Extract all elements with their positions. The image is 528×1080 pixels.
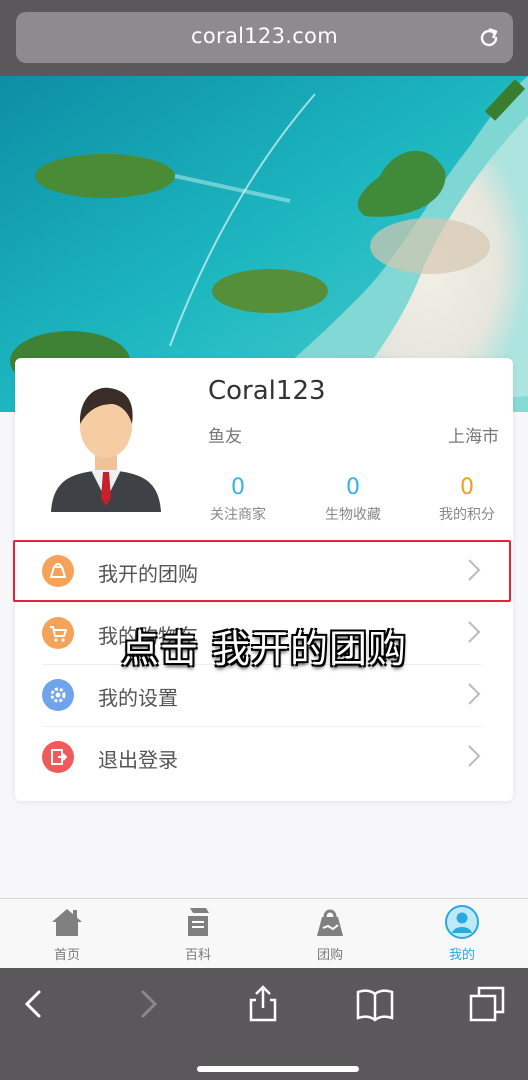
profile-card: Coral123 鱼友 上海市 0 关注商家 0 生物收藏 0 我的积分 我开的… (13, 358, 513, 801)
home-indicator (197, 1066, 359, 1072)
encyclopedia-icon (188, 908, 209, 936)
back-icon[interactable] (14, 984, 54, 1024)
menu-label: 我的设置 (98, 686, 178, 710)
stat-followed-shops[interactable]: 0 关注商家 (188, 475, 288, 524)
tutorial-caption: 点击 我开的团购 (120, 627, 408, 671)
tap-highlight-box (13, 540, 511, 602)
avatar (51, 387, 161, 512)
browser-top-bar: coral123.com (0, 0, 528, 76)
tab-profile[interactable]: 我的 (396, 899, 528, 969)
tab-label: 我的 (448, 948, 475, 963)
tab-label: 首页 (53, 948, 80, 963)
menu-label: 退出登录 (98, 748, 178, 772)
bottom-tab-bar: 首页 百科 团购 我的 (0, 898, 528, 968)
menu-item-logout[interactable]: 退出登录 (15, 726, 513, 788)
tab-label: 团购 (316, 948, 343, 963)
profile-icon (445, 905, 479, 939)
stat-value: 0 (460, 475, 474, 500)
group-buy-bag-icon (317, 909, 343, 936)
username: Coral123 (208, 376, 326, 406)
stat-label: 生物收藏 (325, 507, 381, 523)
bookmarks-icon[interactable] (355, 984, 395, 1024)
share-icon[interactable] (243, 984, 283, 1024)
forward-icon[interactable] (128, 984, 168, 1024)
tab-group-buy[interactable]: 团购 (264, 899, 396, 969)
user-city: 上海市 (448, 427, 499, 447)
stat-bio-collection[interactable]: 0 生物收藏 (303, 475, 403, 524)
stat-label: 我的积分 (439, 507, 495, 523)
tabs-icon[interactable] (467, 984, 507, 1024)
menu-item-settings[interactable]: 我的设置 (15, 664, 513, 726)
tab-label: 百科 (184, 948, 211, 963)
stat-value: 0 (231, 475, 245, 500)
gear-icon (42, 679, 74, 711)
reload-icon[interactable] (477, 26, 501, 50)
stat-my-points[interactable]: 0 我的积分 (417, 475, 517, 524)
tab-home[interactable]: 首页 (1, 899, 133, 969)
url-text: coral123.com (191, 24, 338, 48)
chevron-right-icon (468, 745, 481, 767)
stat-value: 0 (346, 475, 360, 500)
browser-bottom-toolbar (0, 968, 528, 1080)
chevron-right-icon (468, 683, 481, 705)
home-icon (52, 909, 82, 936)
address-bar[interactable]: coral123.com (16, 12, 513, 63)
user-role: 鱼友 (208, 427, 242, 447)
stat-label: 关注商家 (210, 507, 266, 523)
tab-encyclopedia[interactable]: 百科 (132, 899, 264, 969)
logout-icon (42, 741, 74, 773)
